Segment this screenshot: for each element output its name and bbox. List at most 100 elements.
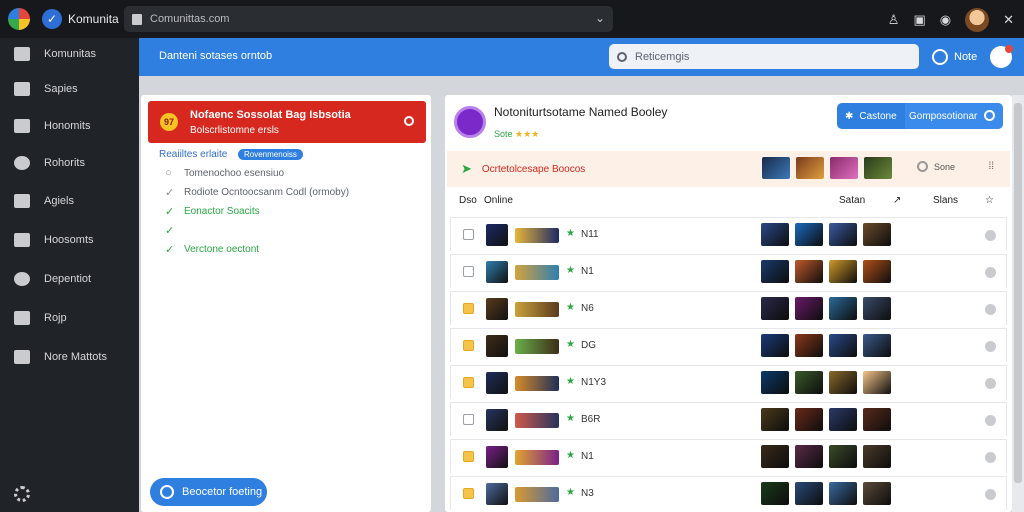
status-dot[interactable] (985, 304, 996, 315)
screenshot-thumbnail[interactable] (829, 408, 857, 431)
row-checkbox[interactable] (463, 266, 474, 277)
table-row[interactable]: ★ N1 (450, 439, 1007, 473)
status-dot[interactable] (985, 230, 996, 241)
row-checkbox[interactable] (463, 303, 474, 314)
avatar[interactable] (965, 8, 990, 32)
status-dot[interactable] (985, 415, 996, 426)
promo-thumbnail[interactable] (830, 157, 858, 179)
dismiss-icon[interactable] (404, 116, 414, 126)
screenshot-thumbnail[interactable] (829, 482, 857, 505)
search-input[interactable]: Reticemgis (609, 44, 919, 69)
bookmark-icon[interactable]: ☆ (985, 195, 994, 206)
primary-action[interactable]: ✱ Castone (837, 103, 905, 129)
table-row[interactable]: ★ N11 (450, 217, 1007, 251)
screenshot-thumbnail[interactable] (829, 297, 857, 320)
screenshot-thumbnail[interactable] (795, 297, 823, 320)
game-icon[interactable] (486, 298, 508, 320)
screenshot-thumbnail[interactable] (829, 334, 857, 357)
table-row[interactable]: ★ B6R (450, 402, 1007, 436)
screenshot-thumbnail[interactable] (795, 223, 823, 246)
screenshot-thumbnail[interactable] (761, 260, 789, 283)
checklist-item[interactable]: ○ Tomenochoo esensiuo (165, 167, 284, 179)
promo-thumbnail[interactable] (796, 157, 824, 179)
screenshot-thumbnail[interactable] (795, 334, 823, 357)
screenshot-thumbnail[interactable] (863, 408, 891, 431)
screenshot-thumbnail[interactable] (829, 223, 857, 246)
sidebar-item-rojp[interactable]: Rojp (0, 304, 139, 332)
row-checkbox[interactable] (463, 229, 474, 240)
secondary-action[interactable]: Gomposotionar (905, 103, 1003, 129)
game-icon[interactable] (486, 483, 508, 505)
row-checkbox[interactable] (463, 451, 474, 462)
game-banner[interactable] (515, 265, 559, 280)
clipboard-icon[interactable]: ▣ (913, 12, 925, 28)
screenshot-thumbnail[interactable] (829, 371, 857, 394)
game-banner[interactable] (515, 228, 559, 243)
table-row[interactable]: ★ N1Y3 (450, 365, 1007, 399)
eye-icon[interactable]: ◉ (940, 12, 951, 28)
screenshot-thumbnail[interactable] (761, 297, 789, 320)
checklist-item[interactable]: ✓ Eonactor Soacits (165, 205, 260, 218)
sidebar-item-rohorits[interactable]: Rohorits (0, 149, 139, 177)
app-logo-icon[interactable] (8, 8, 30, 30)
game-banner[interactable] (515, 450, 559, 465)
sidebar-item-komunitas[interactable]: Komunitas (0, 40, 139, 68)
screenshot-thumbnail[interactable] (863, 260, 891, 283)
screenshot-thumbnail[interactable] (829, 445, 857, 468)
screenshot-thumbnail[interactable] (761, 482, 789, 505)
status-dot[interactable] (985, 341, 996, 352)
sidebar-item-sapies[interactable]: Sapies (0, 75, 139, 103)
row-checkbox[interactable] (463, 340, 474, 351)
column-header[interactable]: Slans (933, 195, 958, 206)
screenshot-thumbnail[interactable] (863, 482, 891, 505)
table-row[interactable]: ★ DG (450, 328, 1007, 362)
row-checkbox[interactable] (463, 488, 474, 499)
screenshot-thumbnail[interactable] (795, 445, 823, 468)
game-icon[interactable] (486, 261, 508, 283)
screenshot-thumbnail[interactable] (863, 371, 891, 394)
status-dot[interactable] (985, 378, 996, 389)
see-button[interactable]: Sone (917, 161, 955, 172)
scrollbar-thumb[interactable] (1014, 103, 1022, 483)
row-checkbox[interactable] (463, 414, 474, 425)
notification-button[interactable] (990, 45, 1013, 68)
address-bar[interactable]: Comunittas.com ⌄ (124, 6, 613, 32)
game-banner[interactable] (515, 487, 559, 502)
sidebar-item-agiels[interactable]: Agiels (0, 187, 139, 215)
column-header[interactable]: Dso (459, 195, 477, 206)
sidebar-item-honomits[interactable]: Honomits (0, 112, 139, 140)
brand-badge-icon[interactable]: ✓ (42, 9, 62, 29)
checklist-item[interactable]: ✓ Rodiote Ocntoocsanm Codl (ormoby) (165, 186, 349, 199)
note-button[interactable]: Note (932, 49, 977, 65)
screenshot-thumbnail[interactable] (795, 371, 823, 394)
close-icon[interactable]: ✕ (1003, 12, 1014, 28)
screenshot-thumbnail[interactable] (863, 445, 891, 468)
screenshot-thumbnail[interactable] (795, 260, 823, 283)
screenshot-thumbnail[interactable] (761, 371, 789, 394)
screenshot-thumbnail[interactable] (761, 223, 789, 246)
promo-thumbnail[interactable] (864, 157, 892, 179)
chevron-down-icon[interactable]: ⌄ (595, 11, 605, 25)
requests-badge[interactable]: Rovenmenoiss (238, 149, 303, 160)
checklist-item[interactable]: ✓ (165, 224, 184, 237)
split-action-button[interactable]: ✱ Castone Gomposotionar (837, 103, 1003, 129)
sidebar-item-more[interactable]: Nore Mattots (0, 343, 139, 371)
column-header[interactable]: Satan (839, 195, 865, 206)
table-row[interactable]: ★ N6 (450, 291, 1007, 325)
status-dot[interactable] (985, 452, 996, 463)
game-banner[interactable] (515, 413, 559, 428)
floating-action-button[interactable]: Beocetor foeting (150, 478, 267, 506)
game-icon[interactable] (486, 335, 508, 357)
alert-banner[interactable]: 97 Nofaenc Sossolat Bag Isbsotia Bolscrl… (148, 101, 426, 143)
game-banner[interactable] (515, 339, 559, 354)
checklist-item[interactable]: ✓ Verctone oectont (165, 243, 259, 256)
screenshot-thumbnail[interactable] (761, 408, 789, 431)
table-row[interactable]: ★ N1 (450, 254, 1007, 288)
screenshot-thumbnail[interactable] (761, 445, 789, 468)
pin-icon[interactable]: ↗ (893, 195, 901, 206)
game-banner[interactable] (515, 302, 559, 317)
screenshot-thumbnail[interactable] (863, 297, 891, 320)
game-banner[interactable] (515, 376, 559, 391)
profile-icon[interactable]: ♙ (888, 12, 900, 28)
screenshot-thumbnail[interactable] (761, 334, 789, 357)
